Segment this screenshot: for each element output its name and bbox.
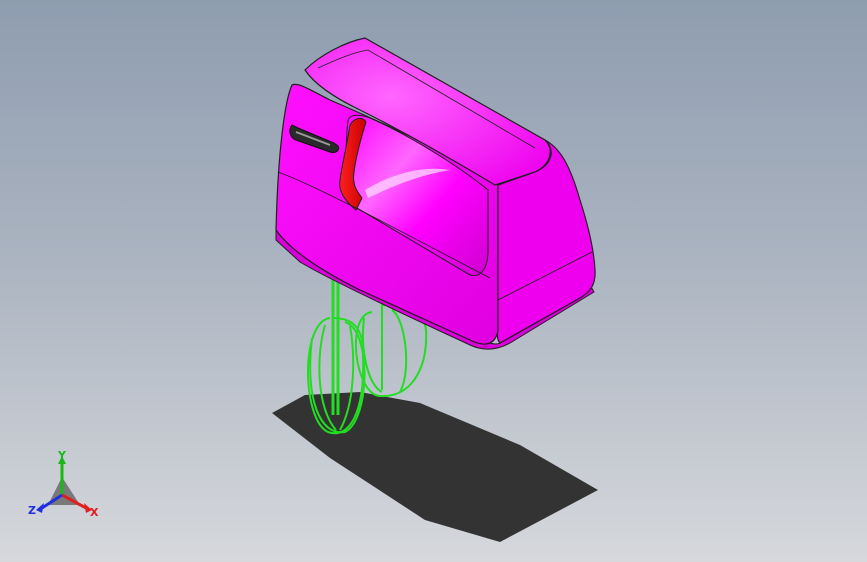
axis-triad <box>36 456 92 513</box>
z-axis-arrow <box>36 503 44 513</box>
3d-viewport[interactable]: Y X Z <box>0 0 867 562</box>
z-axis-label: Z <box>28 504 36 517</box>
y-axis-label: Y <box>58 449 66 462</box>
x-axis-label: X <box>90 506 99 519</box>
